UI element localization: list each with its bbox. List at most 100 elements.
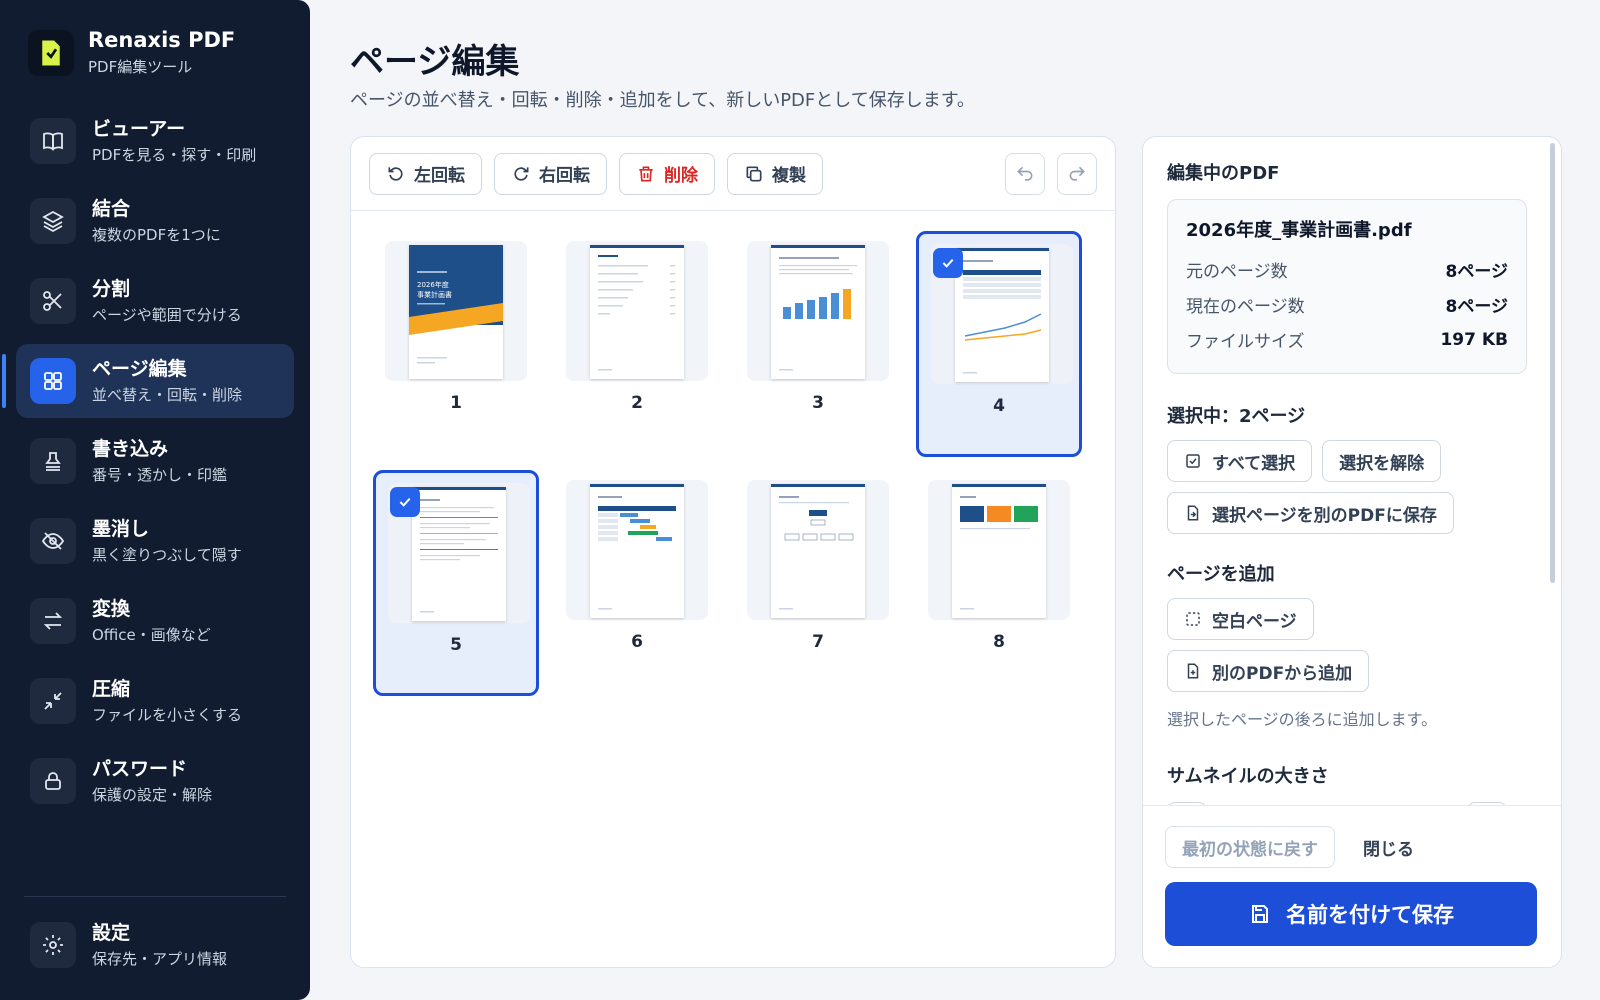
file-plus-icon bbox=[1187, 663, 1199, 679]
duplicate-button[interactable]: 複製 bbox=[727, 152, 823, 195]
redo-icon bbox=[1069, 166, 1085, 181]
scissors-icon bbox=[30, 278, 76, 324]
deselect-button[interactable]: 選択を解除 bbox=[1322, 440, 1442, 482]
page-preview bbox=[412, 487, 506, 621]
book-icon bbox=[30, 118, 76, 164]
page-preview: 2026年度 事業計画書 bbox=[409, 245, 503, 379]
page-thumbnail[interactable]: 7 bbox=[735, 470, 901, 696]
cover-subtitle: 事業計画書 bbox=[417, 290, 452, 299]
sidebar-item-annotate[interactable]: 書き込み 番号・透かし・印鑑 bbox=[16, 424, 294, 498]
sidebar-item-compress[interactable]: 圧縮 ファイルを小さくする bbox=[16, 664, 294, 738]
dashed-square-icon bbox=[1186, 612, 1200, 626]
sidebar-item-subtitle: 複数のPDFを1つに bbox=[92, 225, 221, 244]
sidebar-item-settings[interactable]: 設定 保存先・アプリ情報 bbox=[16, 908, 294, 982]
convert-icon bbox=[30, 598, 76, 644]
checkmark-icon bbox=[933, 248, 963, 278]
blank-page-button[interactable]: 空白ページ bbox=[1167, 598, 1314, 640]
undo-button[interactable] bbox=[1005, 152, 1045, 195]
compress-icon bbox=[30, 678, 76, 724]
page-preview bbox=[771, 484, 865, 618]
delete-button[interactable]: 削除 bbox=[619, 152, 715, 195]
sidebar-item-title: パスワード bbox=[92, 758, 188, 781]
copy-icon bbox=[746, 166, 762, 181]
checkmark-icon bbox=[390, 487, 420, 517]
brand: Renaxis PDF PDF編集ツール bbox=[28, 28, 235, 77]
sidebar-item-subtitle: 黒く塗りつぶして隠す bbox=[92, 545, 242, 564]
sidebar-item-merge[interactable]: 結合 複数のPDFを1つに bbox=[16, 184, 294, 258]
checkbox-icon bbox=[1186, 454, 1200, 468]
undo-icon bbox=[1017, 166, 1033, 181]
sidebar-item-title: 変換 bbox=[92, 598, 131, 621]
page-editor: 左回転 右回転 削除 複製 2026年度 事業計画書 1 2 3 4 5 6 7… bbox=[350, 136, 1116, 968]
rotate-left-button[interactable]: 左回転 bbox=[369, 152, 482, 195]
select-all-button[interactable]: すべて選択 bbox=[1167, 440, 1313, 482]
sidebar-item-split[interactable]: 分割 ページや範囲で分ける bbox=[16, 264, 294, 338]
sidebar-divider bbox=[24, 896, 286, 897]
sidebar-item-title: ビューアー bbox=[92, 118, 186, 141]
grid-icon bbox=[30, 358, 76, 404]
sidebar-item-title: 圧縮 bbox=[92, 678, 131, 701]
info-value: 197 KB bbox=[1440, 329, 1508, 350]
page-number: 3 bbox=[812, 393, 824, 413]
sidebar-item-subtitle: PDFを見る・探す・印刷 bbox=[92, 145, 257, 164]
panel-footer: 最初の状態に戻す 閉じる 名前を付けて保存 bbox=[1143, 805, 1561, 967]
app-name: Renaxis PDF bbox=[88, 28, 236, 52]
info-row: 現在のページ数 8ページ bbox=[1186, 287, 1508, 322]
save-as-button[interactable]: 名前を付けて保存 bbox=[1165, 882, 1537, 946]
sidebar-item-subtitle: 保護の設定・解除 bbox=[92, 785, 213, 804]
sidebar-item-subtitle: 番号・透かし・印鑑 bbox=[92, 465, 228, 484]
duplicate-label: 複製 bbox=[772, 166, 806, 186]
sidebar: Renaxis PDF PDF編集ツール ビューアー PDFを見る・探す・印刷 … bbox=[0, 0, 310, 1000]
sidebar-item-password[interactable]: パスワード 保護の設定・解除 bbox=[16, 744, 294, 818]
eye-off-icon bbox=[30, 518, 76, 564]
save-icon bbox=[1252, 905, 1268, 923]
page-preview bbox=[771, 245, 865, 379]
sidebar-nav: ビューアー PDFを見る・探す・印刷 結合 複数のPDFを1つに 分割 ページや… bbox=[2, 104, 294, 824]
rotate-right-label: 右回転 bbox=[539, 166, 590, 186]
sidebar-item-redact[interactable]: 墨消し 黒く塗りつぶして隠す bbox=[16, 504, 294, 578]
sidebar-item-subtitle: 並べ替え・回転・削除 bbox=[92, 385, 243, 404]
selection-title: 選択中：2ページ bbox=[1167, 406, 1306, 427]
page-thumbnail[interactable]: 2 bbox=[554, 231, 720, 457]
lock-icon bbox=[30, 758, 76, 804]
page-thumbnail[interactable]: 5 bbox=[373, 470, 539, 696]
page-thumbnail[interactable]: 6 bbox=[554, 470, 720, 696]
sidebar-item-convert[interactable]: 変換 Office・画像など bbox=[16, 584, 294, 658]
page-thumbnail[interactable]: 4 bbox=[916, 231, 1082, 457]
page-number: 2 bbox=[631, 393, 643, 413]
info-value: 8ページ bbox=[1445, 297, 1509, 317]
page-number: 5 bbox=[450, 635, 462, 655]
add-hint: 選択したページの後ろに追加します。 bbox=[1167, 710, 1438, 729]
sidebar-item-page-edit[interactable]: ページ編集 並べ替え・回転・削除 bbox=[2, 344, 294, 418]
panel-scroll-area: 編集中のPDF 2026年度_事業計画書.pdf 元のページ数 8ページ 現在の… bbox=[1143, 137, 1561, 805]
app-logo-icon bbox=[28, 29, 74, 76]
page-preview bbox=[590, 245, 684, 379]
sidebar-item-title: 設定 bbox=[92, 922, 131, 945]
save-as-label: 名前を付けて保存 bbox=[1286, 903, 1454, 927]
thumbnail-size-title: サムネイルの大きさ bbox=[1167, 766, 1329, 787]
rotate-right-button[interactable]: 右回転 bbox=[494, 152, 607, 195]
deselect-label: 選択を解除 bbox=[1339, 453, 1425, 474]
page-preview bbox=[590, 484, 684, 618]
toolbar: 左回転 右回転 削除 複製 bbox=[351, 137, 1115, 211]
page-preview bbox=[955, 248, 1049, 382]
cover-title: 2026年度 bbox=[417, 280, 449, 289]
sidebar-item-title: ページ編集 bbox=[92, 358, 187, 381]
info-row: 元のページ数 8ページ bbox=[1186, 252, 1508, 287]
blank-page-label: 空白ページ bbox=[1212, 611, 1297, 632]
page-thumbnail[interactable]: 3 bbox=[735, 231, 901, 457]
redo-button[interactable] bbox=[1057, 152, 1097, 195]
sidebar-item-title: 分割 bbox=[92, 278, 131, 301]
save-selected-button[interactable]: 選択ページを別のPDFに保存 bbox=[1167, 492, 1454, 534]
reset-button[interactable]: 最初の状態に戻す bbox=[1165, 826, 1335, 868]
add-from-pdf-button[interactable]: 別のPDFから追加 bbox=[1167, 650, 1370, 692]
page-thumbnail[interactable]: 2026年度 事業計画書 1 bbox=[373, 231, 539, 457]
page-number: 6 bbox=[631, 632, 643, 652]
sidebar-item-title: 結合 bbox=[92, 198, 131, 221]
sidebar-item-subtitle: 保存先・アプリ情報 bbox=[92, 949, 228, 968]
page-thumbnail[interactable]: 8 bbox=[916, 470, 1082, 696]
sidebar-item-viewer[interactable]: ビューアー PDFを見る・探す・印刷 bbox=[16, 104, 294, 178]
panel-scrollbar[interactable] bbox=[1550, 143, 1555, 583]
page-number: 7 bbox=[812, 632, 824, 652]
close-button[interactable]: 閉じる bbox=[1363, 835, 1414, 860]
